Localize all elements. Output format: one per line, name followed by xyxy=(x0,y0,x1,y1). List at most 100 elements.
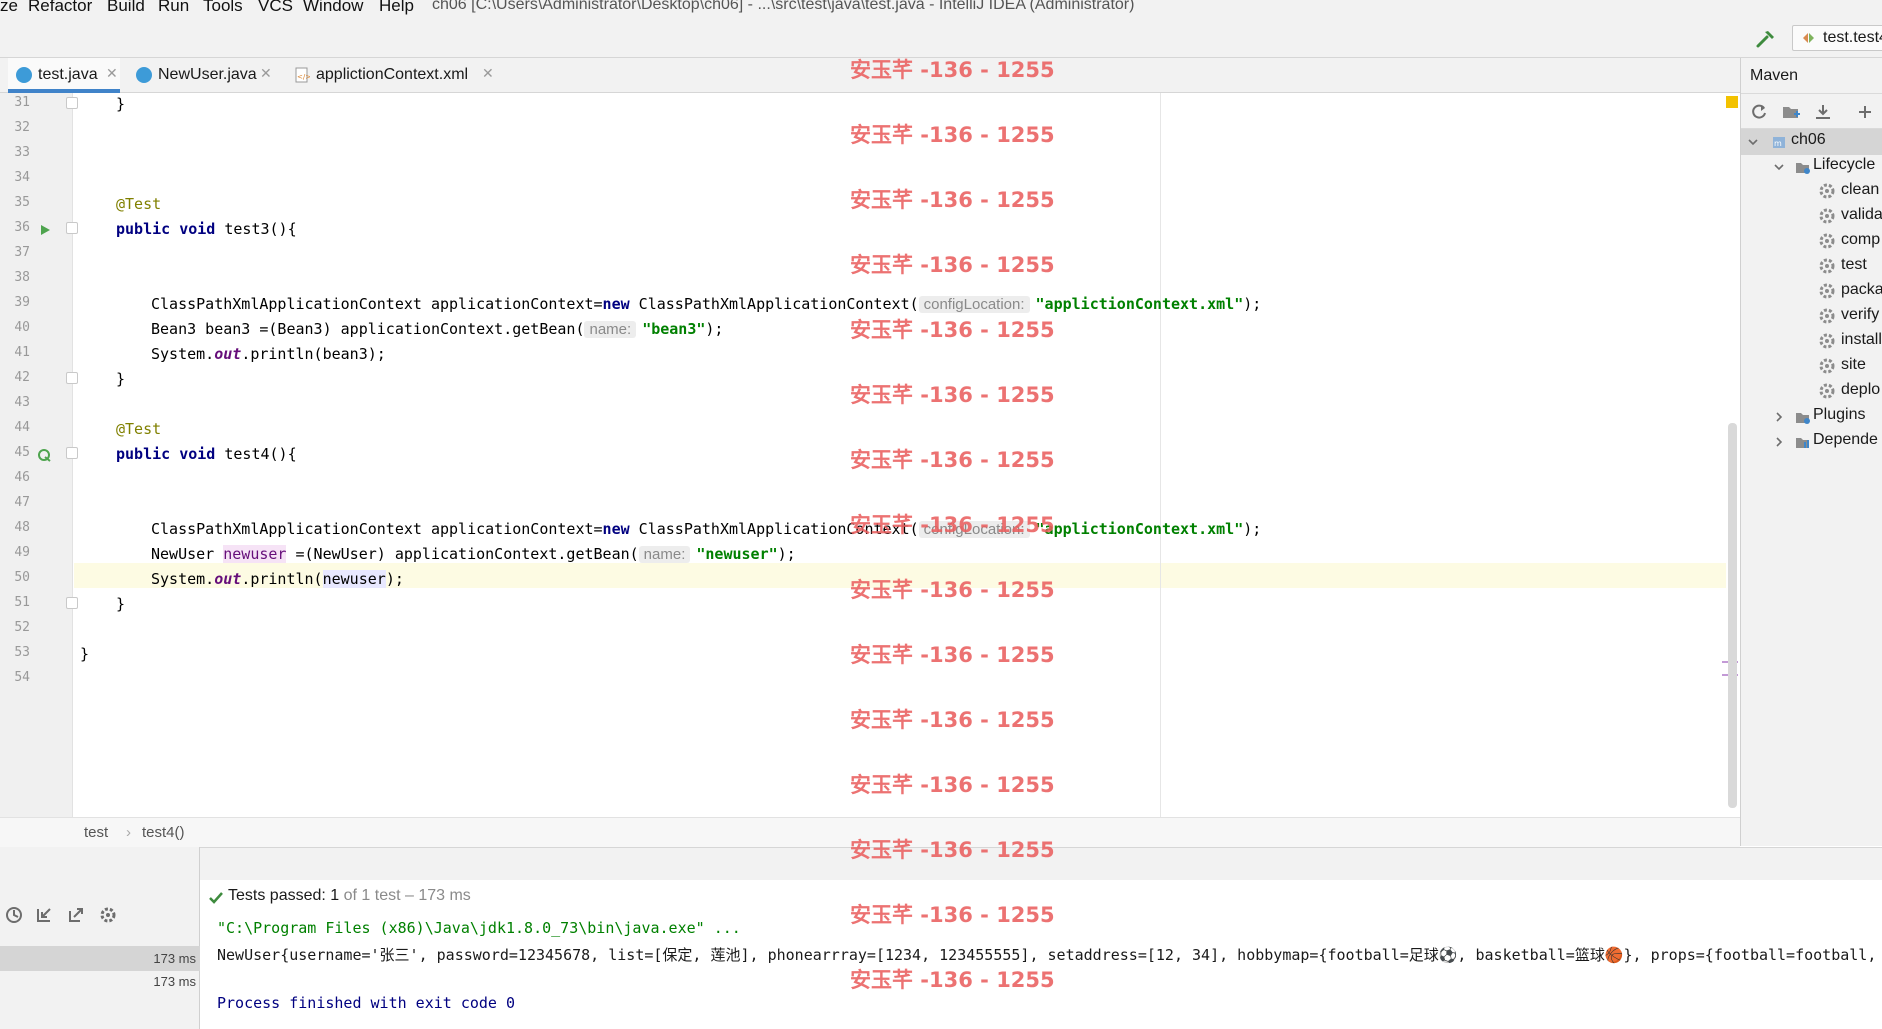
menu-analyze[interactable]: ze xyxy=(0,0,18,16)
menu-refactor[interactable]: Refactor xyxy=(28,0,92,16)
run-panel-header xyxy=(0,847,1882,880)
test-results-tree: 173 ms 173 ms xyxy=(0,847,200,1029)
chevron-down-icon[interactable] xyxy=(1773,161,1785,173)
plus-icon[interactable] xyxy=(1855,102,1875,122)
refresh-icon[interactable] xyxy=(1749,102,1769,122)
parameter-hint: name: xyxy=(584,321,637,338)
breadcrumb-item-class[interactable]: test xyxy=(84,824,108,841)
run-config-icon xyxy=(1803,33,1814,43)
tree-item-dependencies[interactable]: Depende xyxy=(1773,431,1882,453)
main-toolbar: test.test4 xyxy=(0,16,1882,58)
tree-item-label: Lifecycle xyxy=(1813,156,1876,173)
tab-label: test.java xyxy=(38,66,98,83)
tree-item-lifecycle[interactable]: Lifecycle xyxy=(1773,156,1882,178)
parameter-hint: configLocation: xyxy=(918,521,1030,538)
code-line-41: System.out.println(bean3); xyxy=(151,345,386,363)
tests-passed-label: Tests passed: 1 xyxy=(228,887,340,904)
download-icon[interactable] xyxy=(1813,102,1833,122)
menu-build[interactable]: Build xyxy=(107,0,145,16)
editor-gutter: 31 32 33 34 35 36 37 38 39 40 41 42 43 4… xyxy=(0,93,78,817)
build-hammer-icon[interactable] xyxy=(1755,28,1777,50)
tree-item-project[interactable]: m ch06 xyxy=(1747,131,1882,153)
code-editor[interactable]: 31 32 33 34 35 36 37 38 39 40 41 42 43 4… xyxy=(0,93,1740,817)
line-number: 37 xyxy=(14,245,30,260)
tab-label: applictionContext.xml xyxy=(316,66,469,83)
menu-run[interactable]: Run xyxy=(158,0,189,16)
close-tab-icon[interactable]: ✕ xyxy=(106,65,118,82)
dependencies-folder-icon xyxy=(1796,438,1809,448)
breadcrumb-item-method[interactable]: test4() xyxy=(142,824,185,841)
tab-applictioncontext-xml[interactable]: </> applictionContext.xml ✕ xyxy=(288,58,502,93)
console-output-line: NewUser{username='张三', password=12345678… xyxy=(217,946,1877,964)
parameter-hint: name: xyxy=(638,546,691,563)
run-configuration-selector[interactable]: test.test4 xyxy=(1792,25,1882,51)
line-number: 49 xyxy=(14,545,30,560)
fold-marker-icon[interactable] xyxy=(66,222,78,234)
folder-add-icon[interactable] xyxy=(1781,102,1801,122)
code-line-49: NewUser newuser =(NewUser) applicationCo… xyxy=(151,545,796,563)
menu-window[interactable]: Window xyxy=(303,0,363,16)
code-line-50: System.out.println(newuser); xyxy=(151,570,404,588)
line-number: 47 xyxy=(14,495,30,510)
gear-icon xyxy=(1819,183,1835,199)
gear-icon xyxy=(1819,333,1835,349)
line-number: 43 xyxy=(14,395,30,410)
chevron-right-icon[interactable] xyxy=(1773,411,1785,423)
run-test-icon[interactable] xyxy=(38,223,52,237)
export-icon[interactable] xyxy=(66,905,86,925)
code-line-53: } xyxy=(80,645,90,663)
fold-marker-icon[interactable] xyxy=(66,97,78,109)
code-line-40: Bean3 bean3 =(Bean3) applicationContext.… xyxy=(151,320,724,338)
console-exit-line: Process finished with exit code 0 xyxy=(217,994,516,1012)
test-duration-selected[interactable]: 173 ms xyxy=(0,946,200,971)
code-line-42: } xyxy=(116,370,126,388)
line-number: 53 xyxy=(14,645,30,660)
tab-test-java[interactable]: test.java ✕ xyxy=(8,58,120,93)
gear-icon xyxy=(1819,258,1835,274)
right-margin-guide xyxy=(1160,93,1161,817)
editor-vertical-scrollbar[interactable] xyxy=(1728,423,1737,808)
xml-file-icon: </> xyxy=(295,67,310,83)
chevron-right-icon[interactable] xyxy=(1773,436,1785,448)
line-number: 54 xyxy=(14,670,30,685)
gear-icon xyxy=(1819,358,1835,374)
menu-vcs[interactable]: VCS xyxy=(258,0,293,16)
history-icon[interactable] xyxy=(4,905,24,925)
menu-bar: ze Refactor Build Run Tools VCS Window H… xyxy=(0,0,1882,16)
import-icon[interactable] xyxy=(34,905,54,925)
line-number: 51 xyxy=(14,595,30,610)
line-number: 46 xyxy=(14,470,30,485)
maven-tool-window: Maven m ch06 Lifecycle clean valida comp xyxy=(1740,58,1882,846)
tree-item-label: ch06 xyxy=(1791,131,1826,148)
settings-icon[interactable] xyxy=(98,905,118,925)
close-tab-icon[interactable]: ✕ xyxy=(482,65,494,82)
run-tool-window: 173 ms 173 ms Tests passed: 1 of 1 test … xyxy=(0,847,1882,1029)
line-number: 36 xyxy=(14,220,30,235)
window-title: ch06 [C:\Users\Administrator\Desktop\ch0… xyxy=(432,0,1135,13)
maven-project-icon: m xyxy=(1773,137,1785,148)
warning-marker-icon[interactable] xyxy=(1726,96,1738,108)
gear-icon xyxy=(1819,283,1835,299)
code-line-35: @Test xyxy=(116,195,162,213)
menu-tools[interactable]: Tools xyxy=(203,0,243,16)
run-test-passed-icon[interactable] xyxy=(38,448,52,462)
tab-newuser-java[interactable]: NewUser.java ✕ xyxy=(130,58,274,93)
tree-item-plugins[interactable]: Plugins xyxy=(1773,406,1882,428)
menu-help[interactable]: Help xyxy=(379,0,414,16)
fold-marker-icon[interactable] xyxy=(66,597,78,609)
tests-summary: of 1 test – 173 ms xyxy=(343,887,471,904)
parameter-hint: configLocation: xyxy=(918,296,1030,313)
lifecycle-folder-icon xyxy=(1796,163,1810,174)
close-tab-icon[interactable]: ✕ xyxy=(260,65,272,82)
plugins-folder-icon xyxy=(1796,413,1810,424)
test-duration[interactable]: 173 ms xyxy=(100,974,196,989)
fold-marker-icon[interactable] xyxy=(66,447,78,459)
tree-item-label: Depende xyxy=(1813,431,1878,448)
gear-icon xyxy=(1819,308,1835,324)
line-number: 39 xyxy=(14,295,30,310)
class-c-icon xyxy=(136,67,152,83)
editor-tab-bar: test.java ✕ NewUser.java ✕ </> applictio… xyxy=(0,58,1740,93)
fold-marker-icon[interactable] xyxy=(66,372,78,384)
tree-item-label: Plugins xyxy=(1813,406,1866,423)
chevron-down-icon[interactable] xyxy=(1747,136,1759,148)
